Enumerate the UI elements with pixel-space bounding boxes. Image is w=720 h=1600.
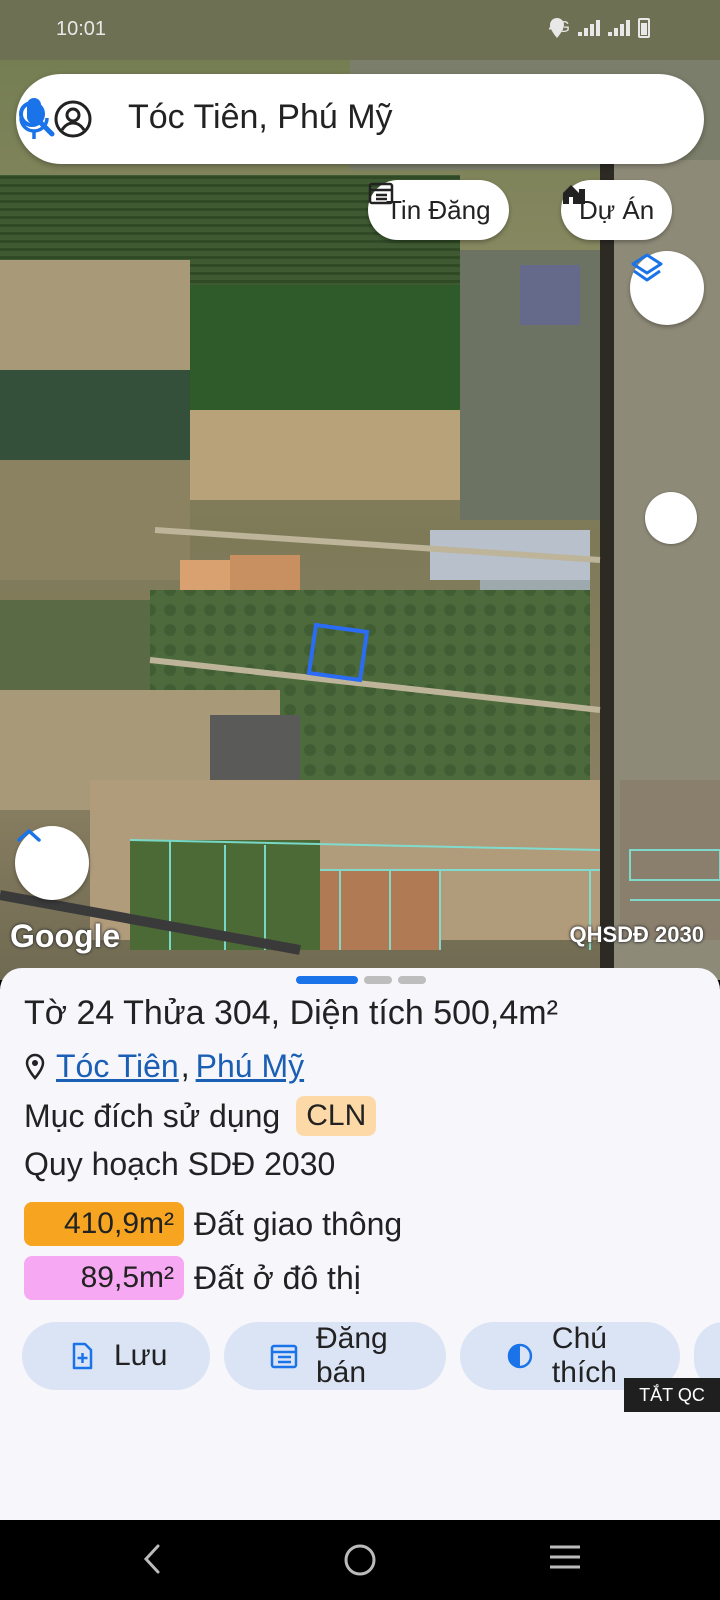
battery-icon bbox=[638, 18, 650, 38]
ward-link[interactable]: Tóc Tiên bbox=[56, 1048, 179, 1085]
listings-chip[interactable]: Tin Đăng bbox=[368, 180, 509, 240]
add-file-icon bbox=[72, 1342, 93, 1370]
search-bar[interactable]: Tóc Tiên, Phú Mỹ bbox=[16, 74, 704, 164]
plan-layer-label: QHSDĐ 2030 bbox=[569, 922, 704, 947]
projects-chip[interactable]: Dự Án bbox=[561, 180, 673, 240]
parcel-info-sheet: Tờ 24 Thửa 304, Diện tích 500,4m² Tóc Ti… bbox=[0, 968, 720, 1520]
location-row: Tóc Tiên , Phú Mỹ bbox=[24, 1048, 304, 1085]
status-time: 10:01 bbox=[56, 18, 107, 40]
post-sale-button-label: Đăng bán bbox=[315, 1322, 388, 1389]
plan-title: Quy hoạch SDĐ 2030 bbox=[24, 1146, 336, 1182]
location-separator: , bbox=[180, 1048, 190, 1084]
search-input[interactable]: Tóc Tiên, Phú Mỹ bbox=[128, 98, 393, 137]
signal-icon bbox=[578, 20, 600, 36]
save-button[interactable]: Lưu bbox=[22, 1322, 210, 1390]
google-watermark: Google bbox=[10, 918, 121, 954]
contrast-icon bbox=[507, 1343, 533, 1369]
post-sale-button[interactable]: Đăng bán bbox=[224, 1322, 446, 1390]
layers-button[interactable] bbox=[630, 251, 704, 325]
sheet-pager[interactable] bbox=[296, 976, 426, 984]
expand-button[interactable] bbox=[15, 826, 89, 900]
close-ads-button[interactable]: TẮT QC bbox=[624, 1378, 720, 1412]
system-nav-bar bbox=[0, 1520, 720, 1600]
buildings-icon bbox=[563, 185, 585, 204]
parcel-title: Tờ 24 Thửa 304, Diện tích 500,4m² bbox=[24, 994, 558, 1032]
layers-icon bbox=[631, 253, 663, 282]
location-icon bbox=[549, 18, 564, 38]
area-label: Đất giao thông bbox=[194, 1205, 403, 1242]
purpose-label: Mục đích sử dụng bbox=[24, 1097, 281, 1134]
status-bar: 10:01 4G bbox=[0, 0, 720, 56]
chevron-up-icon bbox=[17, 829, 41, 842]
recents-menu-icon[interactable] bbox=[548, 1542, 582, 1572]
projects-chip-label: Dự Án bbox=[579, 194, 655, 225]
listings-chip-label: Tin Đăng bbox=[386, 194, 491, 225]
area-row-transport: 410,9m² Đất giao thông bbox=[24, 1202, 402, 1246]
location-pin-icon bbox=[25, 1053, 45, 1080]
land-purpose-row: Mục đích sử dụng CLN bbox=[24, 1096, 377, 1136]
area-row-urban: 89,5m² Đất ở đô thị bbox=[24, 1256, 361, 1300]
mic-icon[interactable] bbox=[16, 96, 52, 142]
map-control-dot[interactable] bbox=[645, 492, 697, 544]
calendar-list-icon bbox=[368, 182, 394, 205]
account-icon[interactable] bbox=[54, 100, 92, 138]
calendar-list-icon bbox=[270, 1344, 298, 1369]
back-icon[interactable] bbox=[140, 1542, 164, 1576]
home-icon[interactable] bbox=[342, 1542, 378, 1578]
save-button-label: Lưu bbox=[114, 1339, 168, 1372]
area-value: 410,9m² bbox=[24, 1202, 184, 1246]
area-label: Đất ở đô thị bbox=[194, 1259, 361, 1296]
city-link[interactable]: Phú Mỹ bbox=[196, 1048, 304, 1085]
satellite-map[interactable]: 10:01 4G Tóc Tiên, Phú Mỹ bbox=[0, 0, 720, 980]
area-value: 89,5m² bbox=[24, 1256, 184, 1300]
purpose-code-badge: CLN bbox=[296, 1096, 377, 1136]
signal-icon-2 bbox=[608, 20, 630, 36]
